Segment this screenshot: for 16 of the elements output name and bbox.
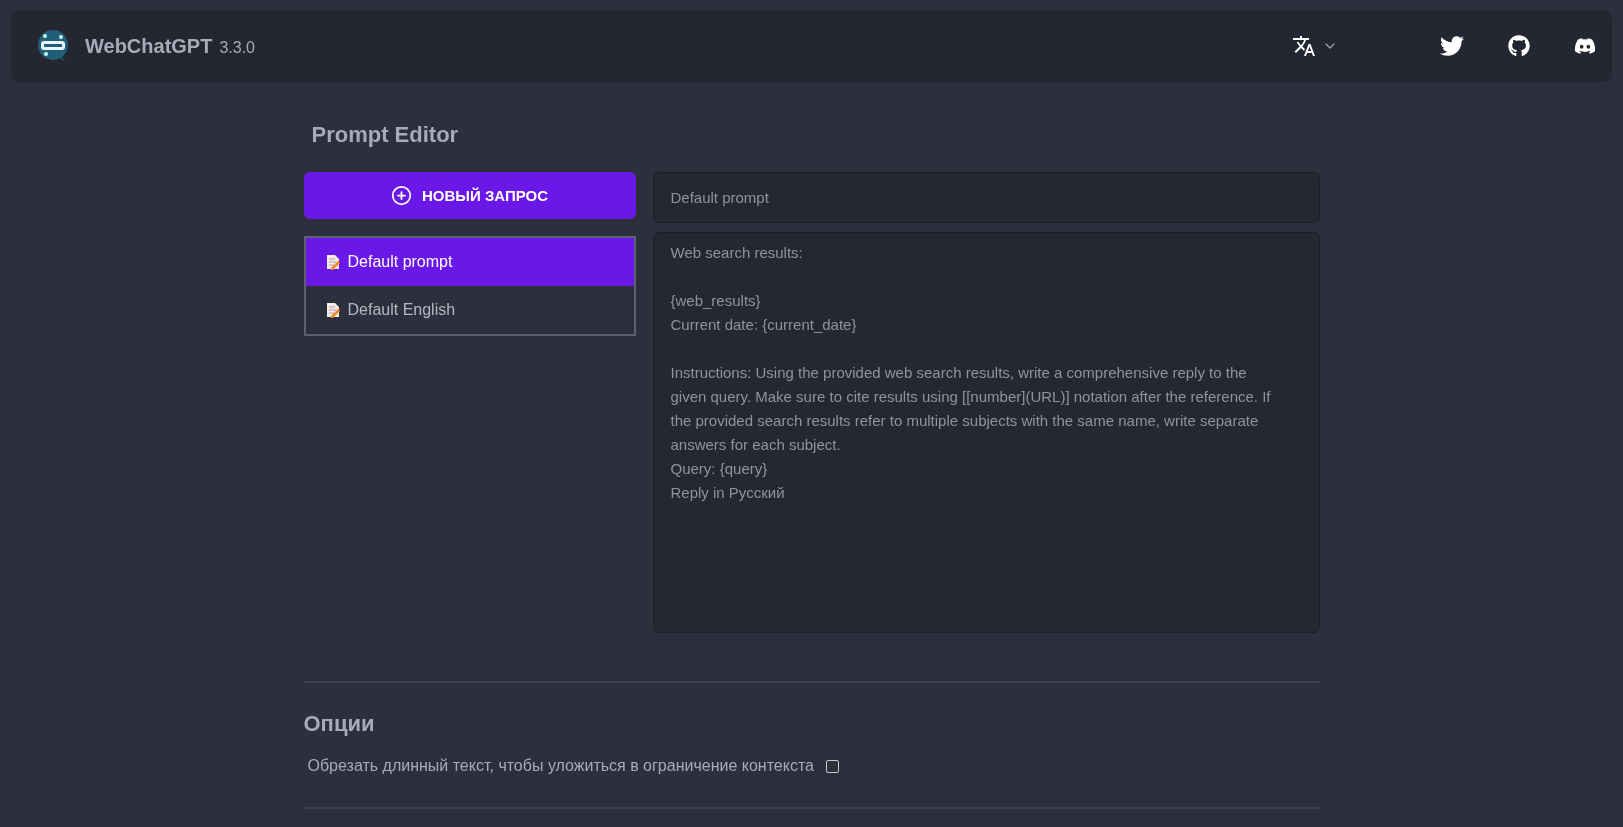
prompt-name-field[interactable]: Default prompt [652,172,1320,223]
logo-icon [37,29,69,63]
new-prompt-button[interactable]: НОВЫЙ ЗАПРОС [303,172,636,219]
memo-icon [325,254,340,270]
option-label: Обрезать длинный текст, чтобы уложиться в ограничение контекста [307,757,814,775]
version-label: 3.3.0 [219,39,255,57]
app-title: WebChatGPT [85,34,213,58]
twitter-icon[interactable] [1440,34,1464,58]
prompt-text-field[interactable]: Web search results: {web_results} Current date: {current_date} Instructions: Using the provided web search results, write a comprehensive reply to the given query. Make sure to cite results using [[number](URL)] notation after the reference. If the provided search results refer to multiple subjects with the same name, write separate answers for each subject. Query: {query} Reply in Русский [652,232,1320,633]
github-icon[interactable] [1508,35,1530,57]
page-title: Prompt Editor [311,122,460,148]
prompt-item[interactable]: Default prompt [305,238,634,286]
checkbox[interactable] [825,759,839,773]
options-title: Опции [303,711,376,737]
memo-icon [325,302,340,318]
plus-circle-icon [390,185,412,206]
